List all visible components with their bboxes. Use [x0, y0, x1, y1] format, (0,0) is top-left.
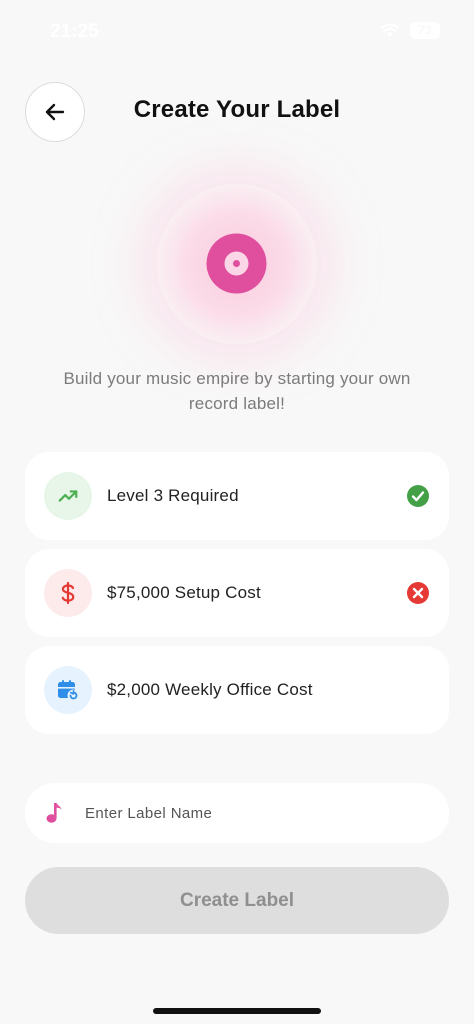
- dollar-icon: [61, 581, 75, 605]
- home-indicator: [153, 1008, 321, 1014]
- requirement-level: Level 3 Required: [25, 452, 449, 540]
- create-label-screen: 21:25 73 Create Your Label Build your mu…: [0, 0, 474, 1024]
- label-name-field[interactable]: [25, 783, 449, 843]
- create-label-button[interactable]: Create Label: [25, 867, 449, 934]
- requirement-label: $2,000 Weekly Office Cost: [107, 680, 313, 699]
- label-name-input[interactable]: [85, 804, 385, 822]
- requirement-label: $75,000 Setup Cost: [107, 583, 261, 602]
- status-time: 21:25: [50, 21, 99, 42]
- requirement-label: Level 3 Required: [107, 486, 239, 505]
- status-bar: 21:25 73: [0, 0, 474, 60]
- requirement-icon-wrap: [44, 569, 92, 617]
- requirement-icon-wrap: [44, 472, 92, 520]
- x-circle-icon: [407, 582, 429, 604]
- subtitle: Build your music empire by starting your…: [63, 369, 411, 413]
- status-indicators: 73: [380, 22, 440, 39]
- requirement-icon-wrap: [44, 666, 92, 714]
- trending-up-icon: [58, 490, 78, 502]
- requirement-weekly-cost: $2,000 Weekly Office Cost: [25, 646, 449, 734]
- check-circle-icon: [407, 485, 429, 507]
- battery-indicator: 73: [410, 22, 440, 39]
- requirement-setup-cost: $75,000 Setup Cost: [25, 549, 449, 637]
- calendar-refresh-icon: [58, 680, 80, 702]
- page-title: Create Your Label: [133, 96, 341, 123]
- music-note-icon: [46, 803, 62, 823]
- wifi-icon: [380, 23, 400, 37]
- vinyl-record-icon: [206, 233, 267, 294]
